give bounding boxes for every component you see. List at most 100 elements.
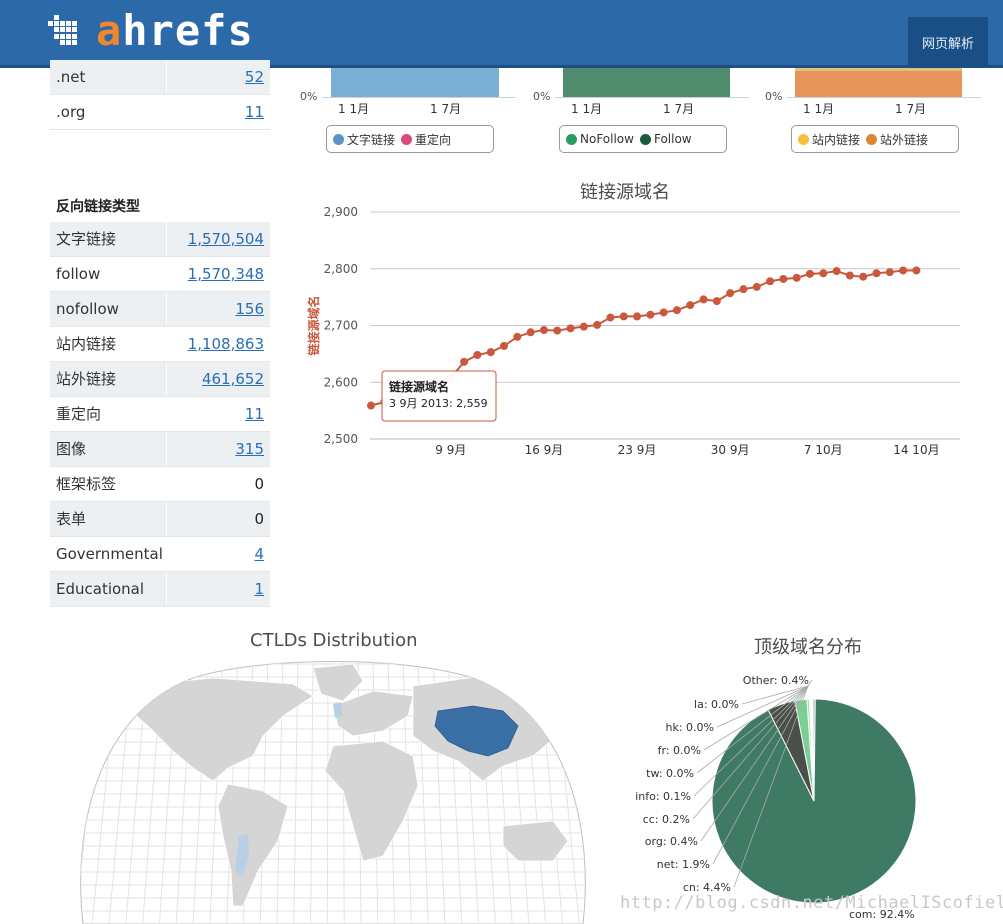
data-point[interactable] bbox=[619, 312, 628, 321]
table-row: 表单 0 bbox=[50, 502, 270, 537]
data-point[interactable] bbox=[819, 269, 828, 278]
row-label: Educational bbox=[50, 572, 166, 606]
y-tick-label: 2,900 bbox=[324, 205, 358, 219]
legend-item[interactable]: 站外链接 bbox=[866, 131, 928, 148]
pie-label: tw: 0.0% bbox=[646, 767, 694, 780]
row-value-cell: 52 bbox=[166, 60, 270, 94]
row-value-cell: 461,652 bbox=[166, 362, 270, 396]
row-value-link[interactable]: 52 bbox=[245, 68, 264, 86]
data-point[interactable] bbox=[792, 273, 801, 282]
data-point[interactable] bbox=[899, 266, 908, 275]
data-point[interactable] bbox=[779, 274, 788, 283]
data-point[interactable] bbox=[805, 269, 814, 278]
row-label: 框架标签 bbox=[56, 475, 117, 493]
pie-label: info: 0.1% bbox=[635, 790, 691, 803]
row-value-link[interactable]: 461,652 bbox=[202, 370, 264, 388]
data-point[interactable] bbox=[912, 266, 921, 275]
data-point[interactable] bbox=[832, 267, 841, 276]
referring-domains-line-chart: 2,900 2,800 2,700 2,600 2,500 链接源域名 9 9月 16 9月 2… bbox=[306, 205, 960, 457]
y-tick-label: 2,700 bbox=[324, 319, 358, 333]
table-row: 站内链接 1,108,863 bbox=[50, 327, 270, 362]
data-point[interactable] bbox=[739, 285, 748, 294]
row-label: .org bbox=[56, 103, 86, 121]
row-value-link[interactable]: 315 bbox=[235, 440, 264, 458]
table-row: Governmental 4 bbox=[50, 537, 270, 572]
pie-label: cc: 0.2% bbox=[643, 813, 690, 826]
data-point[interactable] bbox=[726, 289, 735, 298]
legend-dot-icon bbox=[401, 133, 413, 145]
data-point[interactable] bbox=[593, 320, 602, 329]
mini-chart-area bbox=[331, 68, 499, 97]
table-row: 框架标签 0 bbox=[50, 467, 270, 502]
data-point[interactable] bbox=[633, 312, 642, 321]
data-point[interactable] bbox=[859, 272, 868, 281]
data-point[interactable] bbox=[699, 295, 708, 304]
data-point[interactable] bbox=[712, 297, 721, 306]
row-label: follow bbox=[56, 265, 101, 283]
data-point[interactable] bbox=[513, 332, 522, 341]
legend-label: 重定向 bbox=[415, 132, 452, 147]
mini-chart-zero-label: 0% bbox=[765, 90, 783, 103]
row-value-link[interactable]: 1,108,863 bbox=[188, 335, 264, 353]
data-point[interactable] bbox=[885, 268, 894, 277]
legend-item[interactable]: 文字链接 bbox=[333, 131, 395, 148]
pie-label: net: 1.9% bbox=[657, 858, 710, 871]
mini-chart: 0% 1 1月 1 7月 bbox=[300, 68, 520, 118]
ctlds-world-map bbox=[80, 661, 586, 924]
row-value-link[interactable]: 1,570,504 bbox=[188, 230, 264, 248]
data-point[interactable] bbox=[553, 326, 562, 335]
data-point[interactable] bbox=[500, 341, 509, 350]
tooltip: 链接源域名 3 9月 2013: 2,559 bbox=[381, 370, 497, 422]
data-point[interactable] bbox=[646, 310, 655, 319]
watermark: http://blog.csdn.net/MichaelIScofield bbox=[620, 893, 1003, 913]
row-value-cell: 1,570,348 bbox=[166, 257, 270, 291]
table-row: .org 11 bbox=[50, 95, 270, 130]
ahrefs-logo[interactable]: ahrefs bbox=[48, 6, 254, 55]
data-point[interactable] bbox=[473, 351, 482, 360]
mini-chart-tick: 1 7月 bbox=[430, 102, 462, 116]
legend-item[interactable]: NoFollow bbox=[566, 132, 634, 146]
legend-item[interactable]: 重定向 bbox=[401, 131, 451, 148]
row-value-link[interactable]: 1 bbox=[254, 580, 264, 598]
data-point[interactable] bbox=[367, 401, 375, 410]
data-point[interactable] bbox=[566, 324, 575, 333]
table-row: .net 52 bbox=[50, 60, 270, 95]
data-point[interactable] bbox=[659, 308, 668, 317]
data-point[interactable] bbox=[686, 301, 695, 310]
x-tick-label: 7 10月 bbox=[804, 443, 843, 457]
x-tick-label: 14 10月 bbox=[893, 443, 939, 457]
tooltip-text: 3 9月 2013: 2,559 bbox=[389, 397, 488, 410]
mini-chart-legend: 文字链接 重定向 bbox=[326, 125, 494, 153]
data-point[interactable] bbox=[526, 328, 535, 337]
row-value-link[interactable]: 11 bbox=[245, 103, 264, 121]
legend-item[interactable]: 站内链接 bbox=[798, 131, 860, 148]
data-point[interactable] bbox=[766, 277, 775, 286]
row-value-link[interactable]: 1,570,348 bbox=[188, 265, 264, 283]
data-point[interactable] bbox=[845, 271, 854, 280]
tooltip-title: 链接源域名 bbox=[389, 379, 449, 394]
row-label: Governmental bbox=[56, 545, 163, 563]
row-value-link[interactable]: 4 bbox=[254, 545, 264, 563]
row-value-link[interactable]: 11 bbox=[245, 405, 264, 423]
mini-chart-area bbox=[563, 68, 730, 97]
data-point[interactable] bbox=[486, 348, 495, 357]
pie-label: fr: 0.0% bbox=[658, 744, 701, 757]
legend-item[interactable]: Follow bbox=[639, 132, 692, 146]
data-point[interactable] bbox=[539, 326, 548, 335]
backlink-types-table: 文字链接 1,570,504 follow 1,570,348 nofollow 156 站… bbox=[50, 222, 270, 607]
data-point[interactable] bbox=[872, 269, 881, 278]
row-value-link[interactable]: 156 bbox=[235, 300, 264, 318]
data-point[interactable] bbox=[460, 357, 469, 366]
x-tick-label: 30 9月 bbox=[711, 443, 750, 457]
backlink-types-title: 反向链接类型 bbox=[56, 199, 140, 215]
mini-chart-tick: 1 1月 bbox=[803, 102, 835, 116]
mini-chart-legend: NoFollow Follow bbox=[559, 125, 727, 153]
row-label: .net bbox=[50, 60, 166, 94]
legend-label: Follow bbox=[653, 132, 692, 146]
data-point[interactable] bbox=[672, 306, 681, 315]
data-point[interactable] bbox=[752, 282, 761, 291]
web-parse-button[interactable]: 网页解析 bbox=[908, 17, 988, 68]
data-point[interactable] bbox=[606, 313, 615, 322]
data-point[interactable] bbox=[579, 322, 588, 331]
table-row: 重定向 11 bbox=[50, 397, 270, 432]
